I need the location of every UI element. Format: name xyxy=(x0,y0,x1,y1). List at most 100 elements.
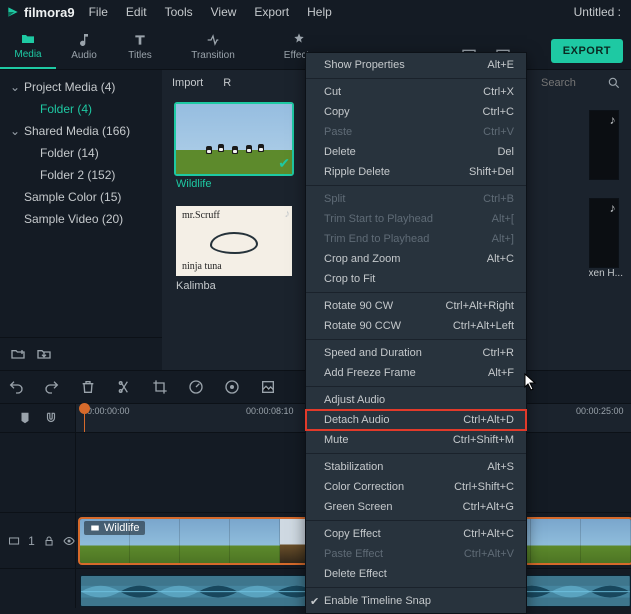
ctx-label: Copy Effect xyxy=(324,528,381,540)
sidebar-item-label: Folder (4) xyxy=(40,102,92,116)
sidebar-item-0[interactable]: ⌄Project Media (4) xyxy=(0,76,162,98)
ctx-stabilization[interactable]: StabilizationAlt+S xyxy=(306,457,526,477)
ctx-shortcut: Ctrl+Alt+Right xyxy=(446,300,514,312)
context-separator xyxy=(306,78,526,79)
marker-icon[interactable] xyxy=(18,411,32,425)
tab-audio[interactable]: Audio xyxy=(56,23,112,69)
ctx-label: Ripple Delete xyxy=(324,166,390,178)
crop-icon[interactable] xyxy=(152,379,168,395)
timecode-2: 00:00:25:00 xyxy=(576,406,624,416)
ctx-paste-effect: Paste EffectCtrl+Alt+V xyxy=(306,544,526,564)
greenscreen-icon[interactable] xyxy=(260,379,276,395)
ctx-trim-start-to-playhead: Trim Start to PlayheadAlt+[ xyxy=(306,209,526,229)
music-note-icon: ♪ xyxy=(610,113,616,127)
ctx-shortcut: Ctrl+V xyxy=(483,126,514,138)
ctx-mute[interactable]: MuteCtrl+Shift+M xyxy=(306,430,526,450)
new-folder-icon[interactable] xyxy=(10,346,26,362)
redo-icon[interactable] xyxy=(44,379,60,395)
playhead[interactable] xyxy=(79,403,90,414)
split-icon[interactable] xyxy=(116,379,132,395)
ctx-crop-to-fit[interactable]: Crop to Fit xyxy=(306,269,526,289)
ctx-crop-and-zoom[interactable]: Crop and ZoomAlt+C xyxy=(306,249,526,269)
ctx-ripple-delete[interactable]: Ripple Delete Shift+Del xyxy=(306,162,526,182)
ctx-shortcut: Alt+C xyxy=(487,253,514,265)
thumb-kalimba-image[interactable]: mr.Scruff ninja tuna ♪ xyxy=(176,206,292,276)
thumb-partial-2[interactable]: ♪ xen H... xyxy=(589,198,623,279)
context-menu[interactable]: Show PropertiesAlt+E CutCtrl+XCopyCtrl+C P… xyxy=(305,52,527,614)
ctx-shortcut: Ctrl+Alt+Left xyxy=(453,320,514,332)
ctx-label: Adjust Audio xyxy=(324,394,385,406)
menu-view[interactable]: View xyxy=(207,3,241,21)
thumb-wildlife-image[interactable]: ✔ xyxy=(176,104,292,174)
ctx-delete-effect[interactable]: Delete Effect xyxy=(306,564,526,584)
sidebar-item-6[interactable]: Sample Video (20) xyxy=(0,208,162,230)
context-separator xyxy=(306,453,526,454)
menu-tools[interactable]: Tools xyxy=(161,3,197,21)
ctx-shortcut: Shift+Del xyxy=(469,166,514,178)
thumb-kalimba-text-bot: ninja tuna xyxy=(182,261,222,272)
music-note-icon: ♪ xyxy=(610,201,616,215)
ctx-speed-and-duration[interactable]: Speed and DurationCtrl+R xyxy=(306,343,526,363)
media-search[interactable] xyxy=(541,76,621,90)
sidebar-item-2[interactable]: ⌄Shared Media (166) xyxy=(0,120,162,142)
delete-icon[interactable] xyxy=(80,379,96,395)
menu-export[interactable]: Export xyxy=(250,3,293,21)
context-separator xyxy=(306,520,526,521)
ctx-show-properties[interactable]: Show PropertiesAlt+E xyxy=(306,55,526,75)
search-icon[interactable] xyxy=(607,76,621,90)
eye-icon[interactable] xyxy=(63,534,75,548)
ctx-adjust-audio[interactable]: Adjust Audio xyxy=(306,390,526,410)
chevron-down-icon: ⌄ xyxy=(10,124,20,138)
record-dropdown[interactable]: R xyxy=(223,77,231,89)
ctx-delete[interactable]: DeleteDel xyxy=(306,142,526,162)
undo-icon[interactable] xyxy=(8,379,24,395)
ctx-color-correction[interactable]: Color CorrectionCtrl+Shift+C xyxy=(306,477,526,497)
ctx-enable-timeline-snap[interactable]: ✔Enable Timeline Snap xyxy=(306,591,526,611)
speed-icon[interactable] xyxy=(188,379,204,395)
ctx-label: Rotate 90 CW xyxy=(324,300,393,312)
thumb-partial-1[interactable]: ♪ xyxy=(589,110,623,180)
color-icon[interactable] xyxy=(224,379,240,395)
tab-titles[interactable]: Titles xyxy=(112,23,168,69)
sidebar-item-1[interactable]: Folder (4) xyxy=(0,98,162,120)
ctx-label: Trim End to Playhead xyxy=(324,233,429,245)
sidebar-item-4[interactable]: Folder 2 (152) xyxy=(0,164,162,186)
ctx-copy[interactable]: CopyCtrl+C xyxy=(306,102,526,122)
menu-file[interactable]: File xyxy=(85,3,112,21)
ctx-detach-audio[interactable]: Detach AudioCtrl+Alt+D xyxy=(306,410,526,430)
menu-edit[interactable]: Edit xyxy=(122,3,151,21)
ctx-copy-effect[interactable]: Copy EffectCtrl+Alt+C xyxy=(306,524,526,544)
ctx-green-screen[interactable]: Green ScreenCtrl+Alt+G xyxy=(306,497,526,517)
tab-media[interactable]: Media xyxy=(0,23,56,69)
track-audio-left xyxy=(0,568,76,608)
lock-icon[interactable] xyxy=(43,534,55,548)
magnet-icon[interactable] xyxy=(44,411,58,425)
sidebar-item-label: Folder 2 (152) xyxy=(40,168,115,182)
window-title: Untitled : xyxy=(574,5,625,19)
import-folder-icon[interactable] xyxy=(36,346,52,362)
media-sidebar: ⌄Project Media (4) Folder (4) ⌄Shared Medi… xyxy=(0,70,162,370)
timecode-1: 00:00:08:10 xyxy=(246,406,294,416)
ctx-shortcut: Ctrl+Alt+D xyxy=(463,414,514,426)
track-video-left: 1 xyxy=(0,512,76,568)
tab-transition[interactable]: Transition xyxy=(170,23,256,69)
right-thumbs-partial: ♪ ♪ xen H... xyxy=(589,110,623,279)
sidebar-item-3[interactable]: Folder (14) xyxy=(0,142,162,164)
ctx-shortcut: Ctrl+Alt+G xyxy=(463,501,514,513)
track-spacer-left xyxy=(0,432,76,512)
ctx-add-freeze-frame[interactable]: Add Freeze FrameAlt+F xyxy=(306,363,526,383)
ctx-trim-end-to-playhead: Trim End to Playhead Alt+] xyxy=(306,229,526,249)
import-dropdown[interactable]: Import xyxy=(172,77,203,89)
track-number: 1 xyxy=(28,534,35,548)
ctx-shortcut: Alt+] xyxy=(492,233,514,245)
menu-help[interactable]: Help xyxy=(303,3,336,21)
search-input[interactable] xyxy=(541,77,601,89)
ctx-label: Delete Effect xyxy=(324,568,387,580)
sidebar-item-label: Sample Video (20) xyxy=(24,212,123,226)
ctx-shortcut: Del xyxy=(497,146,514,158)
ctx-rotate-90-ccw[interactable]: Rotate 90 CCWCtrl+Alt+Left xyxy=(306,316,526,336)
ctx-cut[interactable]: CutCtrl+X xyxy=(306,82,526,102)
export-button[interactable]: EXPORT xyxy=(551,39,623,63)
ctx-rotate-90-cw[interactable]: Rotate 90 CW Ctrl+Alt+Right xyxy=(306,296,526,316)
sidebar-item-5[interactable]: Sample Color (15) xyxy=(0,186,162,208)
